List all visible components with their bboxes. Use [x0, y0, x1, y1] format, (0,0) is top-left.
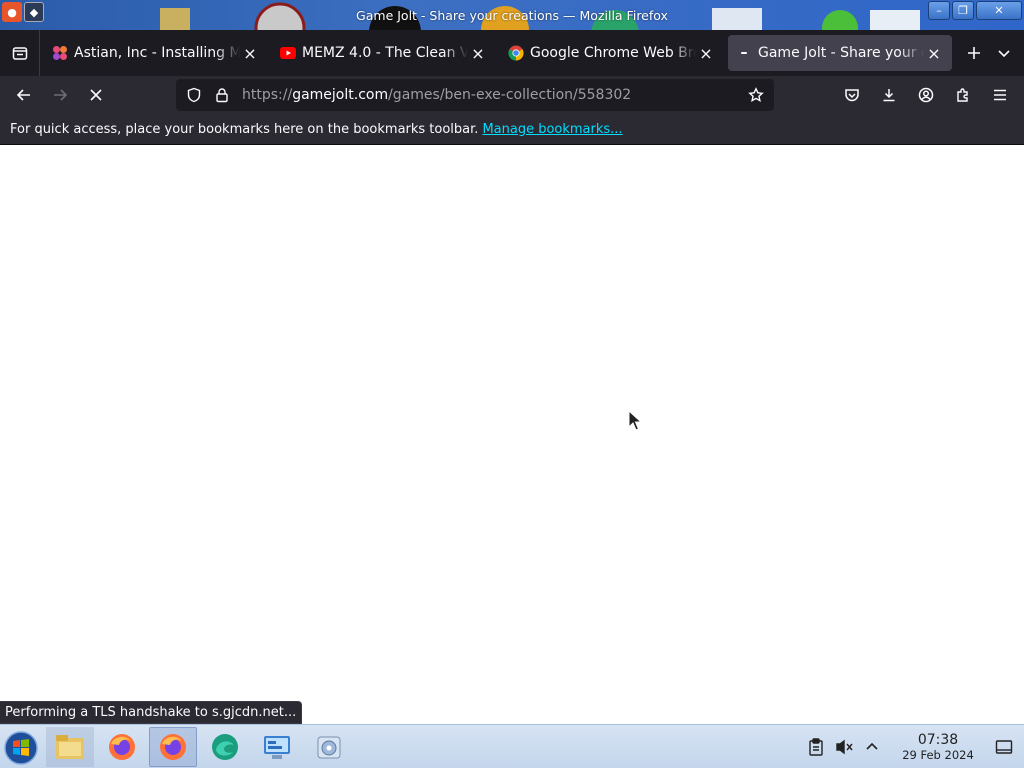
taskbar-firefox[interactable] [98, 727, 146, 767]
firefox-icon [109, 734, 135, 760]
loading-dot-icon [736, 45, 752, 61]
maximize-button[interactable]: ❐ [952, 1, 974, 20]
pocket-icon [845, 89, 859, 102]
tab-chrome[interactable]: Google Chrome Web Bro × [500, 35, 724, 71]
page-content-area[interactable] [0, 145, 1024, 723]
account-button[interactable] [908, 79, 944, 111]
navigation-toolbar: https://gamejolt.com/games/ben-exe-colle… [0, 76, 1024, 114]
bookmarks-toolbar: For quick access, place your bookmarks h… [0, 114, 1024, 145]
bookmarks-empty-message: For quick access, place your bookmarks h… [10, 121, 479, 137]
tab-strip: Astian, Inc - Installing Mi × MEMZ 4.0 -… [0, 30, 1024, 76]
extensions-button[interactable] [945, 79, 981, 111]
url-host: gamejolt.com [292, 87, 389, 103]
window-title-bar[interactable]: ● ◆ Game Jolt - Share your creations — M… [0, 0, 1024, 30]
minimize-button[interactable]: – [928, 1, 950, 20]
url-path: /games/ben-exe-collection/558302 [388, 87, 632, 103]
taskbar-media-player[interactable] [305, 727, 353, 767]
tab-gamejolt[interactable]: Game Jolt - Share your cr × [728, 35, 952, 71]
astian-icon [52, 45, 68, 61]
start-button[interactable] [2, 729, 40, 767]
manage-bookmarks-link[interactable]: Manage bookmarks... [482, 122, 622, 137]
volume-muted-icon[interactable] [830, 725, 858, 769]
account-icon [918, 87, 934, 103]
close-tab-icon[interactable]: × [924, 43, 944, 63]
arrow-right-icon [54, 89, 68, 101]
taskbar-edge[interactable] [201, 727, 249, 767]
plus-icon [968, 47, 980, 59]
tab-label: MEMZ 4.0 - The Clean Ve [302, 45, 468, 61]
chevron-up-icon[interactable] [858, 725, 886, 769]
firefox-view-icon [12, 47, 27, 60]
pocket-button[interactable] [834, 79, 870, 111]
close-window-button[interactable]: ✕ [976, 1, 1022, 20]
close-tab-icon[interactable]: × [240, 43, 260, 63]
file-manager-icon [56, 735, 84, 759]
app-menu-button[interactable] [982, 79, 1018, 111]
clipboard-icon[interactable] [802, 725, 830, 769]
youtube-icon [280, 45, 296, 61]
tracking-protection-shield-icon[interactable] [180, 79, 208, 111]
tab-label: Google Chrome Web Bro [530, 45, 696, 61]
clock[interactable]: 07:38 29 Feb 2024 [892, 732, 984, 762]
stop-x-icon [90, 89, 102, 101]
control-panel-icon [264, 736, 290, 759]
mouse-cursor-icon [628, 410, 642, 431]
tab-memz[interactable]: MEMZ 4.0 - The Clean Ve × [272, 35, 496, 71]
stop-loading-button[interactable] [78, 79, 114, 111]
taskbar-file-manager[interactable] [46, 727, 94, 767]
system-tray: 07:38 29 Feb 2024 [802, 725, 1024, 769]
start-orb-icon [4, 731, 38, 765]
firefox-active-icon [160, 734, 186, 760]
taskbar-control-panel[interactable] [253, 727, 301, 767]
clock-time: 07:38 [917, 732, 959, 748]
lock-icon[interactable] [208, 79, 236, 111]
firefox-view-button[interactable] [0, 30, 40, 76]
hamburger-menu-icon [994, 89, 1006, 101]
clock-date: 29 Feb 2024 [902, 748, 974, 762]
taskbar: 07:38 29 Feb 2024 [0, 724, 1024, 768]
list-all-tabs-button[interactable] [984, 30, 1024, 76]
url-bar[interactable]: https://gamejolt.com/games/ben-exe-colle… [176, 79, 774, 111]
show-desktop-icon[interactable] [990, 725, 1018, 769]
url-scheme: https:// [242, 87, 293, 103]
close-tab-icon[interactable]: × [468, 43, 488, 63]
puzzle-icon [957, 88, 968, 102]
tab-label: Astian, Inc - Installing Mi [74, 45, 240, 61]
tab-astian[interactable]: Astian, Inc - Installing Mi × [44, 35, 268, 71]
chrome-icon [508, 45, 524, 61]
window-title: Game Jolt - Share your creations — Mozil… [356, 8, 668, 23]
forward-button[interactable] [42, 79, 78, 111]
status-panel: Performing a TLS handshake to s.gjcdn.ne… [0, 701, 303, 724]
download-icon [883, 89, 895, 102]
tab-label: Game Jolt - Share your cr [758, 45, 924, 61]
chevron-down-icon [998, 50, 1010, 58]
downloads-button[interactable] [871, 79, 907, 111]
arrow-left-icon [16, 89, 30, 101]
url-text[interactable]: https://gamejolt.com/games/ben-exe-colle… [236, 87, 742, 103]
edge-icon [212, 734, 238, 760]
media-player-icon [317, 736, 341, 759]
back-button[interactable] [6, 79, 42, 111]
taskbar-firefox-active[interactable] [149, 727, 197, 767]
bookmark-star-icon[interactable] [742, 79, 770, 111]
close-tab-icon[interactable]: × [696, 43, 716, 63]
